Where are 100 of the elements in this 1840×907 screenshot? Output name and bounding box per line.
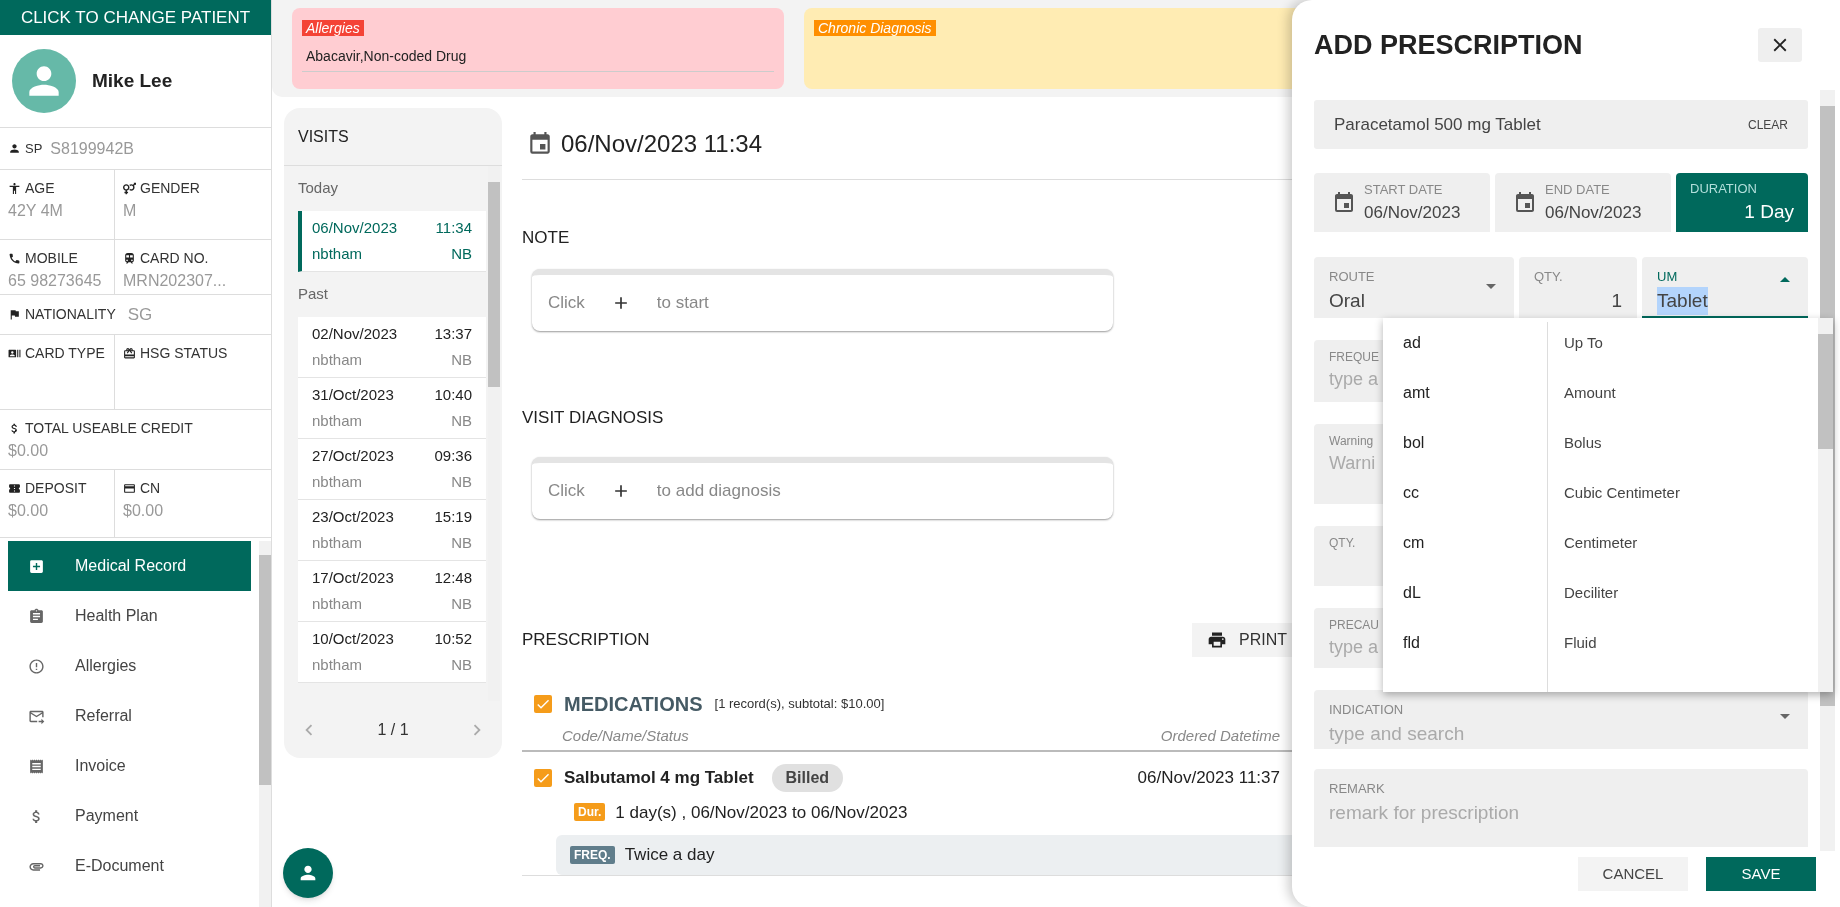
field-label: REMARK xyxy=(1329,780,1385,798)
dropdown-option[interactable]: bol Bolus xyxy=(1383,418,1818,468)
field-value: 1 xyxy=(1610,288,1622,313)
ticket-icon xyxy=(8,482,21,495)
menu-item[interactable]: Referral xyxy=(8,691,251,741)
field-placeholder: remark for prescription xyxy=(1329,800,1521,825)
um-select[interactable]: UM Tablet xyxy=(1642,257,1808,318)
calendar-icon xyxy=(1513,190,1537,215)
close-button[interactable] xyxy=(1758,28,1802,62)
visit-time: 15:19 xyxy=(434,506,472,527)
qty-field[interactable]: QTY. 1 xyxy=(1519,257,1637,318)
checkbox[interactable] xyxy=(534,768,552,787)
person-icon xyxy=(8,142,21,155)
date-field[interactable]: END DATE 06/Nov/2023 xyxy=(1495,173,1671,232)
visit-initials: NB xyxy=(451,244,472,264)
frequency-badge: FREQ. xyxy=(570,846,615,864)
save-button[interactable]: SAVE xyxy=(1706,857,1816,891)
visit-user: nbtham xyxy=(312,594,363,614)
note-box[interactable]: Click to start xyxy=(532,269,1113,331)
visit-user: nbtham xyxy=(312,472,363,492)
menu-item[interactable]: Invoice xyxy=(8,741,251,791)
visit-date: 02/Nov/2023 xyxy=(312,323,398,344)
field-label: MOBILE xyxy=(25,249,78,268)
field-placeholder: Warni xyxy=(1329,452,1376,475)
field-label: FREQUE xyxy=(1329,349,1379,366)
field-value: $0.00 xyxy=(8,501,50,521)
dropdown-option[interactable]: amt Amount xyxy=(1383,368,1818,418)
field-value: 06/Nov/2023 xyxy=(1545,201,1642,224)
visit-item[interactable]: 23/Oct/2023 15:19 nbtham NB xyxy=(298,500,486,561)
visit-item[interactable]: 31/Oct/2023 10:40 nbtham NB xyxy=(298,378,486,439)
visit-date: 31/Oct/2023 xyxy=(312,384,394,405)
scrollbar[interactable] xyxy=(1818,318,1833,692)
visit-item[interactable]: 27/Oct/2023 09:36 nbtham NB xyxy=(298,439,486,500)
visit-item[interactable]: 06/Nov/2023 11:34 nbtham NB xyxy=(298,211,486,272)
field-value: 1 Day xyxy=(1743,200,1794,224)
cancel-button[interactable]: CANCEL xyxy=(1578,857,1688,891)
clear-button[interactable]: CLEAR xyxy=(1748,115,1788,134)
date-field[interactable]: START DATE 06/Nov/2023 xyxy=(1314,173,1490,232)
train-icon xyxy=(123,252,136,265)
checkbox[interactable] xyxy=(534,695,552,713)
person-icon xyxy=(8,182,21,195)
dropdown-option[interactable]: dL Deciliter xyxy=(1383,568,1818,618)
visit-item[interactable]: 10/Oct/2023 10:52 nbtham NB xyxy=(298,622,486,683)
field-value: Oral xyxy=(1329,288,1365,313)
dropdown-option[interactable]: cc Cubic Centimeter xyxy=(1383,468,1818,518)
flag-icon xyxy=(8,308,21,321)
field-value: SG xyxy=(127,303,153,326)
visit-initials: NB xyxy=(451,350,472,370)
group-summary: [1 record(s), subtotal: $10.00] xyxy=(714,695,885,714)
column-header: Ordered Datetime xyxy=(1160,726,1280,746)
visit-user: nbtham xyxy=(312,244,363,264)
scrollbar[interactable] xyxy=(259,541,271,907)
field-label: PRECAU xyxy=(1329,617,1379,634)
dropdown-option[interactable]: cm Centimeter xyxy=(1383,518,1818,568)
id-card-icon xyxy=(8,347,21,360)
visit-initials: NB xyxy=(451,655,472,675)
plus-box-icon xyxy=(28,557,45,575)
field-label: AGE xyxy=(25,179,55,198)
field-label: QTY. xyxy=(1534,268,1563,286)
visit-datetime: 06/Nov/2023 11:34 xyxy=(561,128,763,159)
alert-label: Allergies xyxy=(302,20,364,36)
visit-item[interactable]: 17/Oct/2023 12:48 nbtham NB xyxy=(298,561,486,622)
credit-card-icon xyxy=(123,482,136,495)
route-select[interactable]: ROUTE Oral xyxy=(1314,257,1514,318)
menu-item[interactable]: Payment xyxy=(8,791,251,841)
phone-icon xyxy=(8,252,21,265)
receipt-icon xyxy=(28,757,45,775)
menu-item[interactable]: E-Document xyxy=(8,841,251,891)
field-placeholder: type a xyxy=(1329,368,1379,391)
id-label: SP xyxy=(25,139,43,158)
change-patient-button[interactable]: CLICK TO CHANGE PATIENT xyxy=(0,0,271,35)
diagnosis-box[interactable]: Click to add diagnosis xyxy=(532,457,1113,519)
visit-user: nbtham xyxy=(312,411,363,431)
menu-item[interactable]: Allergies xyxy=(8,641,251,691)
menu-item[interactable]: Medical Record xyxy=(8,541,251,591)
visit-date: 10/Oct/2023 xyxy=(312,628,394,649)
field-label: UM xyxy=(1657,268,1678,286)
visit-item[interactable]: 02/Nov/2023 13:37 nbtham NB xyxy=(298,317,486,378)
patient-fab[interactable] xyxy=(283,848,333,898)
field-label: QTY. xyxy=(1329,535,1356,552)
field-value: 42Y 4M xyxy=(8,201,64,221)
drawer-title: ADD PRESCRIPTION xyxy=(1314,28,1583,62)
frequency-text: Twice a day xyxy=(624,844,715,867)
drug-field[interactable]: Paracetamol 500 mg Tablet CLEAR xyxy=(1314,100,1808,149)
status-badge: Billed xyxy=(771,763,844,792)
group-label: Past xyxy=(298,284,329,305)
dropdown-option[interactable]: ad Up To xyxy=(1383,318,1818,368)
alert-label: Chronic Diagnosis xyxy=(814,20,936,36)
menu-item[interactable]: Health Plan xyxy=(8,591,251,641)
ordered-datetime: 06/Nov/2023 11:37 xyxy=(1137,766,1280,789)
field-value: 06/Nov/2023 xyxy=(1364,201,1461,224)
visit-initials: NB xyxy=(451,594,472,614)
field-label: INDICATION xyxy=(1329,701,1404,719)
field-label: NATIONALITY xyxy=(25,305,116,324)
visit-date: 17/Oct/2023 xyxy=(312,567,394,588)
duration-field[interactable]: DURATION 1 Day xyxy=(1676,173,1808,232)
field-value: 65 98273645 xyxy=(8,271,103,291)
clipboard-icon xyxy=(28,607,45,625)
dropdown-option[interactable]: fld Fluid xyxy=(1383,618,1818,668)
field-value: M xyxy=(123,201,138,221)
